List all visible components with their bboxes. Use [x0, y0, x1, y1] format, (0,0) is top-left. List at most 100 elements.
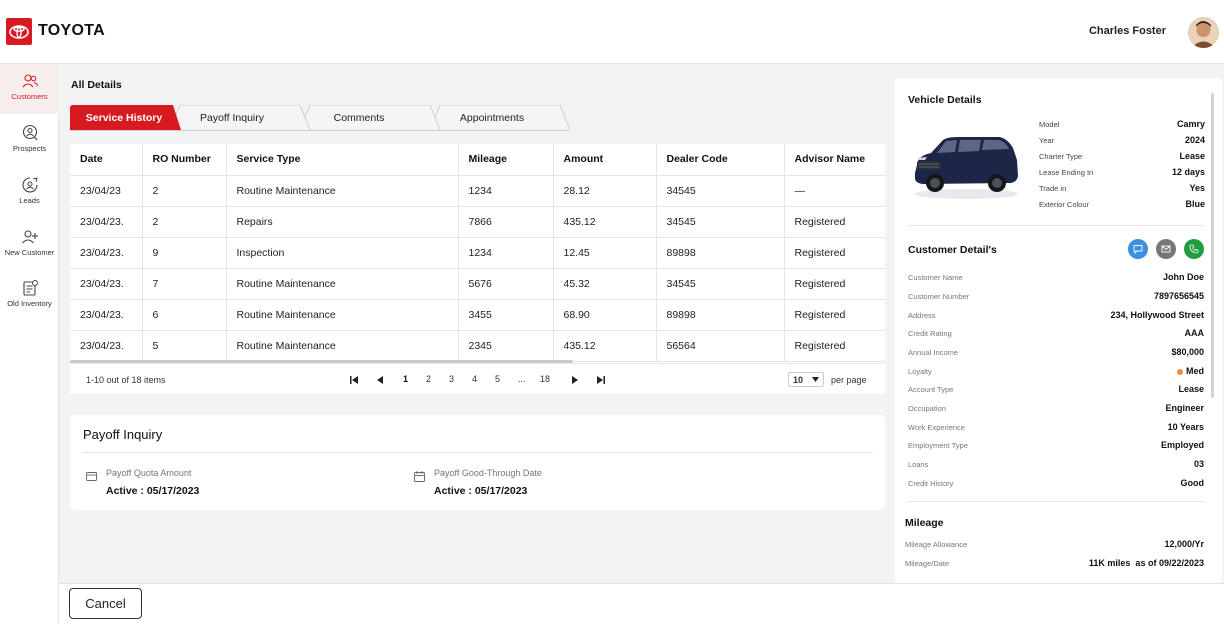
- pagination: 1-10 out of 18 items 1 2 3 4 5 ... 18 10…: [70, 363, 885, 394]
- customer-field-value: 234, Hollywood Street: [1110, 310, 1204, 320]
- payoff-through-label: Payoff Good-Through Date: [434, 468, 542, 478]
- loyalty-value: Med: [1186, 366, 1204, 376]
- chat-icon: [1133, 245, 1143, 254]
- toyota-logo-icon[interactable]: [6, 18, 32, 45]
- customer-field-label: Credit History: [908, 479, 954, 488]
- page-1[interactable]: 1: [403, 374, 408, 384]
- sidebar-item-label: Prospects: [12, 144, 47, 153]
- sidebar-item-label: Old Inventory: [7, 299, 52, 308]
- cell-amount: 435.12: [553, 206, 657, 238]
- column-header-mileage[interactable]: Mileage: [458, 144, 554, 176]
- first-page-icon[interactable]: [350, 376, 358, 384]
- user-name[interactable]: Charles Foster: [1089, 25, 1166, 37]
- sidebar-item-leads[interactable]: Leads: [0, 168, 59, 218]
- cell-mileage: 7866: [458, 206, 554, 238]
- vehicle-field-label: Trade in: [1039, 184, 1067, 193]
- sidebar-item-prospects[interactable]: Prospects: [0, 116, 59, 166]
- column-header-amount[interactable]: Amount: [553, 144, 657, 176]
- tab-comments[interactable]: Comments: [305, 105, 413, 130]
- next-page-icon[interactable]: [572, 376, 579, 384]
- customer-field-value: Employed: [1160, 440, 1204, 450]
- cell-ro-number: 6: [142, 299, 227, 331]
- cell-date: 23/04/23.: [70, 237, 143, 269]
- loyalty-status-dot: [1177, 368, 1183, 375]
- cell-amount: 12.45: [553, 237, 657, 269]
- leads-icon: [21, 177, 38, 193]
- column-header-advisor-name[interactable]: Advisor Name: [784, 144, 885, 176]
- customer-field-value: 03: [1193, 459, 1204, 469]
- cell-ro-number: 7: [142, 268, 227, 300]
- payoff-inquiry-card: Payoff Inquiry Payoff Quota Amount Activ…: [70, 415, 885, 510]
- sidebar-item-customers[interactable]: Customers: [0, 64, 59, 114]
- cell-dealer-code: 34545: [656, 268, 785, 300]
- vehicle-field-value: Camry: [1176, 119, 1205, 129]
- customer-field-value: Engineer: [1165, 403, 1204, 413]
- customer-field-value: Med: [1177, 366, 1204, 376]
- page-4[interactable]: 4: [472, 374, 477, 384]
- add-user-icon: [21, 230, 38, 244]
- customer-field-label: Loyalty: [908, 367, 932, 376]
- customer-field-value: John Doe: [1162, 272, 1204, 282]
- page-5[interactable]: 5: [495, 374, 500, 384]
- sidebar-item-old-inventory[interactable]: Old Inventory: [0, 271, 59, 321]
- sidebar: Customers Prospects Leads New Customer O…: [0, 64, 59, 624]
- customer-field-value: 10 Years: [1167, 422, 1204, 432]
- customer-field-value: Good: [1180, 478, 1205, 488]
- per-page-label: per page: [831, 375, 867, 385]
- cancel-button[interactable]: Cancel: [69, 588, 142, 619]
- cell-amount: 45.32: [553, 268, 657, 300]
- prev-page-icon[interactable]: [376, 376, 383, 384]
- last-page-icon[interactable]: [597, 376, 605, 384]
- table-row[interactable]: 23/04/23. 9 Inspection 1234 12.45 89898 …: [70, 237, 885, 269]
- tab-appointments[interactable]: Appointments: [438, 105, 546, 130]
- tab-service-history[interactable]: Service History: [70, 105, 178, 130]
- table-row[interactable]: 23/04/23 2 Routine Maintenance 1234 28.1…: [70, 175, 885, 207]
- brand-name: TOYOTA: [38, 22, 105, 39]
- page-2[interactable]: 2: [426, 374, 431, 384]
- payoff-quota-value: Active : 05/17/2023: [106, 485, 200, 497]
- cell-dealer-code: 34545: [656, 206, 785, 238]
- vehicle-field-label: Model: [1039, 120, 1060, 129]
- cell-mileage: 5676: [458, 268, 554, 300]
- sidebar-item-label: New Customer: [4, 248, 55, 257]
- tab-bar: Service History Payoff Inquiry Comments …: [70, 105, 570, 131]
- customer-field-value: 7897656545: [1153, 291, 1204, 301]
- table-row[interactable]: 23/04/23. 5 Routine Maintenance 2345 435…: [70, 330, 885, 362]
- vehicle-field-label: Lease Ending In: [1039, 168, 1094, 177]
- cell-mileage: 3455: [458, 299, 554, 331]
- page-3[interactable]: 3: [449, 374, 454, 384]
- table-row[interactable]: 23/04/23. 2 Repairs 7866 435.12 34545 Re…: [70, 206, 885, 238]
- column-header-service-type[interactable]: Service Type: [226, 144, 459, 176]
- sidebar-item-new-customer[interactable]: New Customer: [0, 220, 59, 270]
- tab-payoff-inquiry[interactable]: Payoff Inquiry: [178, 105, 286, 130]
- column-header-dealer-code[interactable]: Dealer Code: [656, 144, 785, 176]
- service-history-table: Date RO Number Service Type Mileage Amou…: [70, 144, 885, 362]
- per-page-select[interactable]: 10: [788, 372, 824, 387]
- table-row[interactable]: 23/04/23. 6 Routine Maintenance 3455 68.…: [70, 299, 885, 331]
- customer-field-label: Loans: [908, 460, 929, 469]
- sidebar-item-label: Leads: [19, 196, 40, 205]
- customer-field-label: Work Experience: [908, 423, 965, 432]
- column-header-ro-number[interactable]: RO Number: [142, 144, 227, 176]
- avatar[interactable]: [1188, 17, 1219, 48]
- cell-dealer-code: 56564: [656, 330, 785, 362]
- column-header-date[interactable]: Date: [70, 144, 143, 176]
- vehicle-image: [914, 137, 1018, 199]
- customer-field-value: Lease: [1178, 384, 1204, 394]
- cell-date: 23/04/23.: [70, 299, 143, 331]
- table-row[interactable]: 23/04/23. 7 Routine Maintenance 5676 45.…: [70, 268, 885, 300]
- panel-scrollbar[interactable]: [1211, 93, 1214, 398]
- customer-details-title: Customer Detail's: [908, 244, 997, 256]
- vehicle-field-value: Blue: [1185, 199, 1205, 209]
- mileage-title: Mileage: [905, 517, 944, 529]
- call-button[interactable]: [1184, 239, 1204, 259]
- mileage-field-label: Mileage/Date: [905, 559, 950, 568]
- customer-field-label: Customer Name: [908, 273, 963, 282]
- cell-advisor-name: Registered: [784, 237, 885, 269]
- email-button[interactable]: [1156, 239, 1176, 259]
- page-18[interactable]: 18: [540, 374, 550, 384]
- chat-button[interactable]: [1128, 239, 1148, 259]
- cell-mileage: 1234: [458, 237, 554, 269]
- phone-icon: [1189, 244, 1199, 254]
- mileage-field-label: Mileage Allowance: [905, 540, 968, 549]
